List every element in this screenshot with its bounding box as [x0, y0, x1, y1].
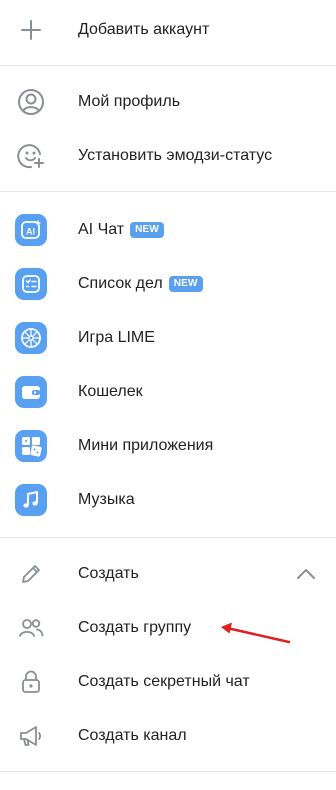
lime-icon: [15, 322, 47, 354]
ai-chat-label: AI Чат NEW: [78, 221, 165, 239]
ai-icon: AI: [15, 214, 47, 246]
create-section-toggle[interactable]: Создать: [0, 548, 336, 600]
pencil-icon: [15, 558, 47, 590]
lime-game-item[interactable]: Игра LIME: [0, 312, 336, 364]
create-secret-chat-label: Создать секретный чат: [78, 673, 250, 690]
wallet-icon: [15, 376, 47, 408]
create-label: Создать: [78, 565, 139, 582]
mini-apps-label: Мини приложения: [78, 437, 214, 454]
emoji-status-item[interactable]: Установить эмодзи-статус: [0, 130, 336, 182]
lime-game-label: Игра LIME: [78, 329, 155, 346]
create-channel-label: Создать канал: [78, 727, 187, 744]
mini-apps-item[interactable]: Мини приложения: [0, 420, 336, 472]
smiley-plus-icon: [15, 140, 47, 172]
chevron-up-icon[interactable]: [295, 563, 317, 585]
divider: [0, 65, 336, 66]
new-badge: NEW: [130, 222, 165, 238]
divider: [0, 191, 336, 192]
ai-chat-item[interactable]: AI AI Чат NEW: [0, 204, 336, 256]
add-account-item[interactable]: Добавить аккаунт: [0, 4, 336, 56]
annotation-arrow-icon: [221, 622, 291, 644]
create-channel-item[interactable]: Создать канал: [0, 710, 336, 762]
my-profile-label: Мой профиль: [78, 93, 181, 110]
user-circle-icon: [15, 86, 47, 118]
emoji-status-label: Установить эмодзи-статус: [78, 147, 273, 164]
new-badge: NEW: [168, 276, 203, 292]
plus-icon: [15, 14, 47, 46]
grid-dice-icon: [15, 430, 47, 462]
todo-list-label: Список дел NEW: [78, 275, 203, 293]
svg-text:AI: AI: [26, 227, 35, 237]
side-menu: Добавить аккаунт Мой профиль Установить …: [0, 0, 336, 790]
add-account-label: Добавить аккаунт: [78, 21, 210, 38]
people-icon: [15, 612, 47, 644]
todo-list-item[interactable]: Список дел NEW: [0, 258, 336, 310]
my-profile-item[interactable]: Мой профиль: [0, 76, 336, 128]
checklist-icon: [15, 268, 47, 300]
divider: [0, 771, 336, 772]
music-item[interactable]: Музыка: [0, 474, 336, 526]
megaphone-icon: [15, 720, 47, 752]
music-label: Музыка: [78, 491, 135, 508]
divider: [0, 537, 336, 538]
wallet-item[interactable]: Кошелек: [0, 366, 336, 418]
music-note-icon: [15, 484, 47, 516]
lock-icon: [15, 666, 47, 698]
create-secret-chat-item[interactable]: Создать секретный чат: [0, 656, 336, 708]
wallet-label: Кошелек: [78, 383, 143, 400]
create-group-label: Создать группу: [78, 619, 192, 636]
